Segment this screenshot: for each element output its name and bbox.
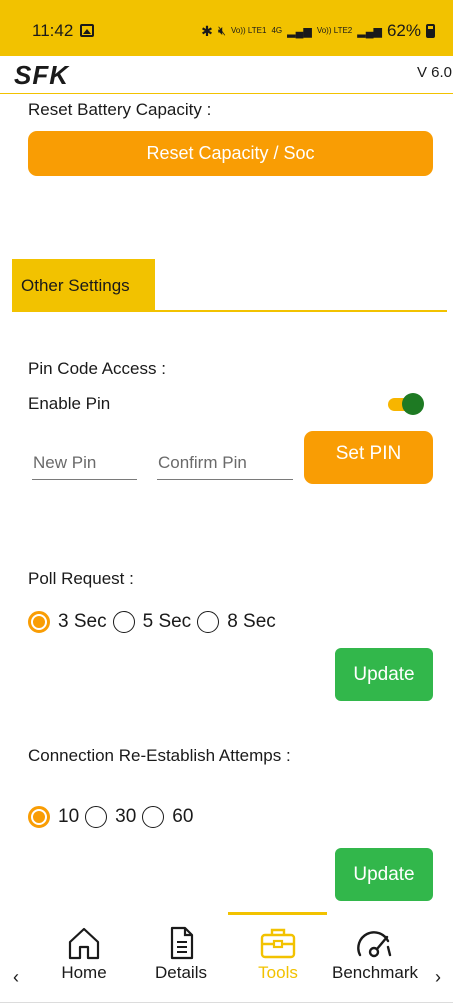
connection-attempts-label: Connection Re-Establish Attemps :	[28, 746, 291, 765]
set-pin-button[interactable]: Set PIN	[304, 431, 433, 484]
status-time: 11:42	[32, 21, 74, 40]
nav-next-arrow[interactable]: ›	[435, 967, 441, 988]
status-right-icons: ✱ 🔇︎ Vo)) LTE1 4G ▂▄▆ Vo)) LTE2 ▂▄▆ 62%	[201, 21, 435, 41]
active-tab-indicator	[228, 912, 327, 915]
new-pin-input[interactable]	[32, 446, 137, 480]
poll-option-label: 5 Sec	[142, 611, 192, 632]
radio-checked-icon[interactable]	[28, 611, 50, 633]
radio-checked-icon[interactable]	[28, 806, 50, 828]
nav-label-tools: Tools	[258, 963, 298, 982]
reset-capacity-button[interactable]: Reset Capacity / Soc	[28, 131, 433, 176]
speedometer-icon	[357, 931, 392, 958]
gallery-icon	[80, 24, 94, 37]
enable-pin-toggle[interactable]	[388, 393, 424, 415]
nav-item-details[interactable]: Details	[131, 925, 231, 983]
reconnect-option-label: 30	[115, 806, 137, 827]
signal-bars-icon: ▂▄▆	[287, 25, 312, 38]
sfk-logo: SFK	[14, 60, 69, 90]
pin-code-label: Pin Code Access :	[28, 359, 166, 378]
nav-label-home: Home	[61, 963, 107, 982]
toolbox-icon	[260, 928, 296, 959]
battery-percent: 62%	[386, 21, 421, 40]
reconnect-update-button[interactable]: Update	[335, 848, 433, 901]
bottom-nav: ‹ Home Details Tools Benchmark ›	[0, 905, 453, 1003]
reset-battery-label: Reset Battery Capacity :	[28, 100, 212, 119]
poll-option-3-sec[interactable]: 3 Sec	[28, 611, 107, 633]
nav-item-home[interactable]: Home	[34, 925, 134, 983]
poll-update-button[interactable]: Update	[335, 648, 433, 701]
enable-pin-label: Enable Pin	[28, 394, 111, 413]
nav-prev-arrow[interactable]: ‹	[13, 967, 19, 988]
poll-option-label: 8 Sec	[227, 611, 276, 632]
poll-request-label: Poll Request :	[28, 569, 134, 588]
mute-icon: 🔇︎	[217, 23, 227, 38]
bluetooth-icon: ✱	[201, 22, 213, 39]
app-header: SFK V 6.0	[0, 56, 453, 94]
confirm-pin-input[interactable]	[157, 446, 293, 480]
reconnect-radio-group: 10 30 60	[28, 806, 199, 828]
reconnect-option-10[interactable]: 10	[28, 806, 79, 828]
nav-label-benchmark: Benchmark	[332, 963, 418, 982]
signal-bars-icon-2: ▂▄▆	[357, 25, 382, 38]
poll-radio-group: 3 Sec 5 Sec 8 Sec	[28, 611, 282, 633]
poll-option-label: 3 Sec	[58, 611, 107, 632]
reconnect-option-label: 10	[58, 806, 80, 827]
nav-item-tools[interactable]: Tools	[228, 925, 328, 983]
radio-unchecked-icon[interactable]	[85, 806, 108, 828]
document-icon	[170, 926, 194, 960]
section-tab-other-settings[interactable]: Other Settings	[12, 259, 155, 311]
signal-label-3: Vo)) LTE2	[316, 26, 353, 35]
toggle-thumb	[402, 393, 424, 415]
radio-unchecked-icon[interactable]	[142, 806, 165, 828]
battery-icon	[426, 24, 435, 38]
reconnect-option-60[interactable]: 60	[142, 806, 193, 828]
reconnect-option-30[interactable]: 30	[85, 806, 136, 828]
signal-label-2: 4G	[271, 26, 283, 35]
status-bar: 11:42 ✱ 🔇︎ Vo)) LTE1 4G ▂▄▆ Vo)) LTE2 ▂▄…	[0, 0, 453, 56]
poll-option-5-sec[interactable]: 5 Sec	[112, 611, 192, 633]
nav-label-details: Details	[155, 963, 207, 982]
radio-unchecked-icon[interactable]	[197, 611, 220, 633]
home-icon	[68, 927, 100, 960]
radio-unchecked-icon[interactable]	[112, 611, 135, 633]
app-version: V 6.0	[416, 64, 452, 81]
reconnect-option-label: 60	[172, 806, 194, 827]
signal-label-1: Vo)) LTE1	[231, 26, 267, 35]
section-divider	[12, 310, 447, 312]
nav-item-benchmark[interactable]: Benchmark	[325, 925, 425, 983]
poll-option-8-sec[interactable]: 8 Sec	[197, 611, 276, 633]
